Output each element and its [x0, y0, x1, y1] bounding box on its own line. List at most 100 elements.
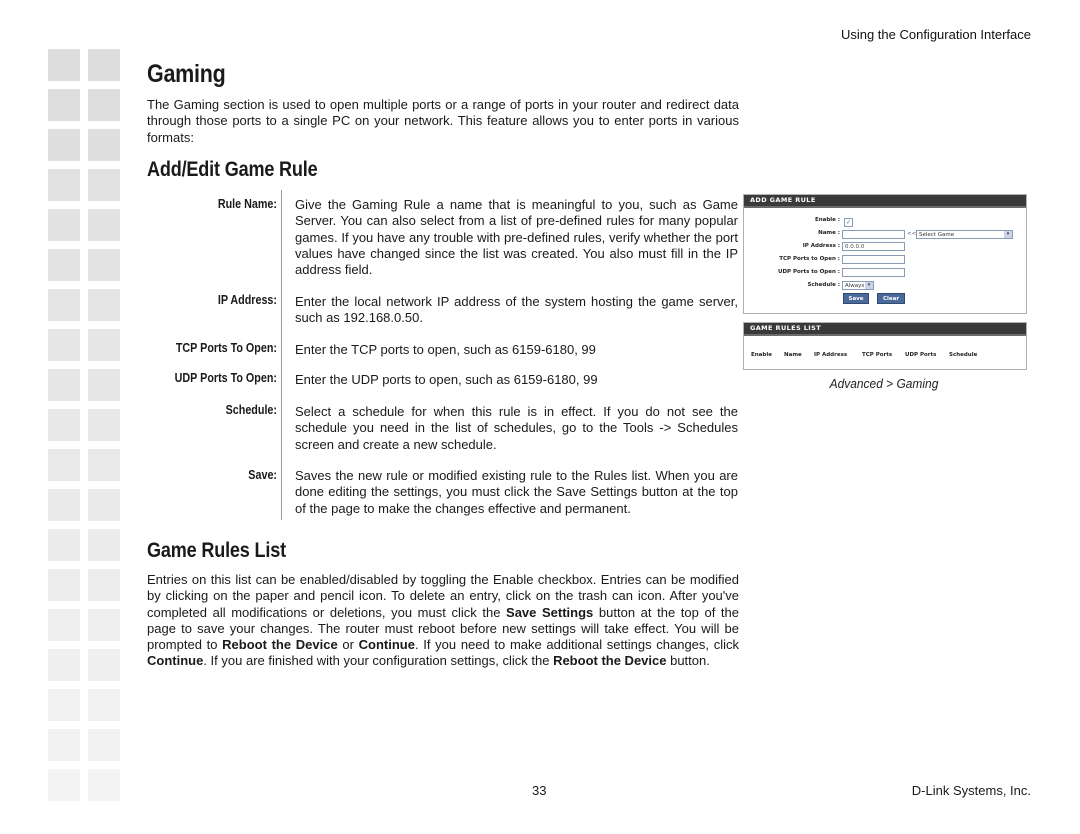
decorative-square	[48, 449, 80, 481]
decorative-square	[48, 529, 80, 561]
schedule-label: Schedule :	[807, 282, 840, 288]
select-prefix: <<	[907, 231, 917, 237]
enable-label: Enable :	[814, 217, 840, 223]
decorative-square	[48, 769, 80, 801]
decorative-square	[88, 769, 120, 801]
decorative-square	[88, 569, 120, 601]
udp-ports-input[interactable]	[842, 268, 905, 277]
enable-checkbox[interactable]: ✓	[844, 218, 853, 227]
text-run: button.	[666, 653, 710, 669]
chevron-down-icon: ▾	[1004, 231, 1012, 238]
desc-schedule: Select a schedule for when this rule is …	[295, 404, 738, 452]
column-name: Name	[784, 352, 802, 358]
page-title: Gaming	[147, 60, 226, 88]
select-game-value: Select Game	[919, 232, 955, 238]
decorative-square	[88, 609, 120, 641]
rules-list-paragraph: Entries on this list can be enabled/disa…	[147, 572, 739, 670]
definition-divider	[281, 190, 282, 520]
decorative-square	[48, 649, 80, 681]
column-ip-address: IP Address	[814, 352, 848, 358]
schedule-value: Always	[845, 283, 865, 289]
udp-label: UDP Ports to Open :	[777, 269, 840, 275]
decorative-square	[88, 529, 120, 561]
figure-caption: Advanced > Gaming	[829, 376, 939, 391]
save-button[interactable]: Save	[843, 293, 869, 304]
decorative-square	[88, 409, 120, 441]
term-schedule: Schedule:	[225, 403, 277, 417]
select-game-dropdown[interactable]: Select Game ▾	[916, 230, 1013, 239]
decorative-square	[88, 89, 120, 121]
term-save: Save:	[248, 468, 277, 482]
game-rules-list-heading: Game Rules List	[147, 539, 286, 562]
name-input[interactable]	[842, 230, 905, 239]
name-label: Name :	[818, 230, 840, 236]
bold-continue: Continue	[147, 653, 204, 669]
decorative-square	[48, 209, 80, 241]
tcp-label: TCP Ports to Open :	[779, 256, 840, 262]
term-udp-ports: UDP Ports To Open:	[174, 371, 277, 385]
intro-paragraph: The Gaming section is used to open multi…	[147, 97, 739, 145]
desc-ip-address: Enter the local network IP address of th…	[295, 294, 738, 326]
decorative-sidebar	[0, 0, 140, 834]
column-tcp-ports: TCP Ports	[862, 352, 893, 358]
game-rules-list-title: GAME RULES LIST	[744, 323, 1026, 336]
decorative-square	[88, 369, 120, 401]
decorative-square	[88, 489, 120, 521]
add-game-rule-title: ADD GAME RULE	[744, 195, 1026, 208]
text-run: . If you are finished with your configur…	[203, 653, 554, 669]
section-header: Using the Configuration Interface	[840, 27, 1031, 42]
decorative-square	[88, 49, 120, 81]
decorative-square	[88, 729, 120, 761]
desc-udp-ports: Enter the UDP ports to open, such as 615…	[295, 372, 598, 387]
ip-address-input[interactable]: 0.0.0.0	[842, 242, 905, 251]
bold-reboot-device: Reboot the Device	[553, 653, 667, 669]
desc-tcp-ports: Enter the TCP ports to open, such as 615…	[295, 342, 596, 357]
term-tcp-ports: TCP Ports To Open:	[175, 341, 277, 355]
decorative-square	[88, 449, 120, 481]
column-udp-ports: UDP Ports	[905, 352, 937, 358]
decorative-square	[48, 729, 80, 761]
term-ip-address: IP Address:	[217, 293, 277, 307]
decorative-square	[88, 129, 120, 161]
decorative-square	[48, 49, 80, 81]
add-edit-heading: Add/Edit Game Rule	[147, 158, 318, 181]
bold-reboot-device: Reboot the Device	[222, 637, 338, 653]
text-run: or	[337, 637, 359, 653]
decorative-square	[48, 129, 80, 161]
decorative-square	[48, 689, 80, 721]
company-name: D-Link Systems, Inc.	[911, 783, 1031, 798]
decorative-square	[48, 409, 80, 441]
tcp-ports-input[interactable]	[842, 255, 905, 264]
decorative-square	[88, 289, 120, 321]
bold-save-settings: Save Settings	[506, 604, 594, 620]
decorative-square	[48, 289, 80, 321]
decorative-square	[88, 329, 120, 361]
decorative-square	[88, 209, 120, 241]
desc-save: Saves the new rule or modified existing …	[295, 468, 738, 516]
decorative-square	[88, 649, 120, 681]
column-enable: Enable	[751, 352, 772, 358]
decorative-square	[88, 249, 120, 281]
decorative-square	[88, 689, 120, 721]
add-game-rule-panel: ADD GAME RULE Enable : ✓ Name : << Selec…	[743, 194, 1027, 314]
column-schedule: Schedule	[949, 352, 978, 358]
ip-label: IP Address :	[802, 243, 840, 249]
decorative-square	[48, 169, 80, 201]
decorative-square	[48, 489, 80, 521]
page-number: 33	[532, 783, 547, 798]
chevron-down-icon: ▾	[865, 282, 873, 289]
decorative-square	[88, 169, 120, 201]
bold-continue: Continue	[358, 637, 415, 653]
decorative-square	[48, 329, 80, 361]
schedule-dropdown[interactable]: Always ▾	[842, 281, 874, 290]
game-rules-list-panel: GAME RULES LIST Enable Name IP Address T…	[743, 322, 1027, 370]
decorative-square	[48, 609, 80, 641]
decorative-square	[48, 89, 80, 121]
clear-button[interactable]: Clear	[877, 293, 905, 304]
text-run: . If you need to make additional setting…	[414, 637, 739, 653]
decorative-square	[48, 369, 80, 401]
decorative-square	[48, 569, 80, 601]
term-rule-name: Rule Name:	[217, 197, 277, 211]
desc-rule-name: Give the Gaming Rule a name that is mean…	[295, 197, 738, 278]
decorative-square	[48, 249, 80, 281]
